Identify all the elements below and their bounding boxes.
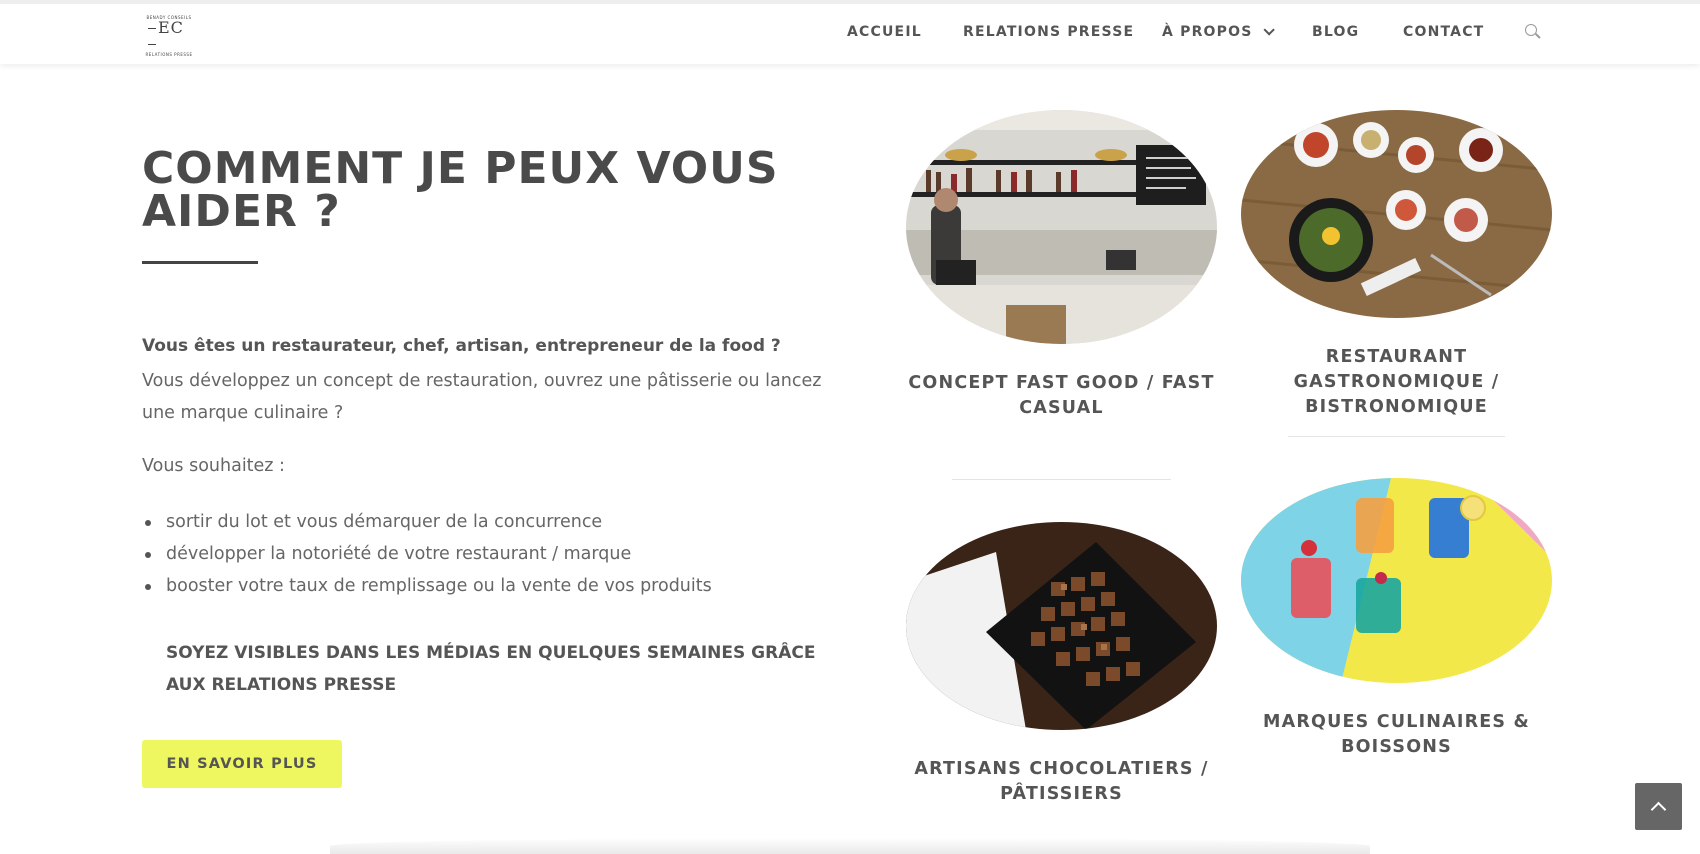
chevron-up-icon (1650, 801, 1667, 818)
site-logo[interactable]: BENADY CONSEILS EC RELATIONS PRESSE (145, 15, 193, 57)
wish-label: Vous souhaitez : (142, 456, 285, 476)
nav-item-accueil[interactable]: ACCUEIL (847, 0, 922, 64)
korean-dishes-image[interactable] (1241, 110, 1552, 318)
back-to-top-button[interactable] (1635, 783, 1682, 830)
benefits-list: sortir du lot et vous démarquer de la co… (142, 506, 712, 602)
card-title-marques[interactable]: MARQUES CULINAIRES & BOISSONS (1236, 710, 1557, 760)
nav-item-a-propos[interactable]: À PROPOS (1162, 0, 1275, 64)
intro-text: Vous développez un concept de restaurati… (142, 371, 822, 423)
list-item: développer la notoriété de votre restaur… (142, 538, 712, 570)
card-divider (952, 479, 1171, 480)
card-title-gastronomique[interactable]: RESTAURANT GASTRONOMIQUE / BISTRONOMIQUE (1236, 345, 1557, 420)
section-bottom-shadow (330, 838, 1370, 854)
list-item: booster votre taux de remplissage ou la … (142, 570, 712, 602)
search-icon[interactable] (1525, 24, 1541, 40)
colorful-drinks-image[interactable] (1241, 478, 1552, 683)
logo-sub-text: RELATIONS PRESSE (145, 52, 193, 57)
cafe-counter-image[interactable] (906, 110, 1217, 344)
nav-item-contact[interactable]: CONTACT (1403, 0, 1484, 64)
nav-item-blog[interactable]: BLOG (1312, 0, 1359, 64)
logo-mark: EC (158, 18, 184, 37)
highlight-text: SOYEZ VISIBLES DANS LES MÉDIAS EN QUELQU… (166, 643, 816, 695)
chocolate-box-image[interactable] (906, 522, 1217, 730)
intro-question: Vous êtes un restaurateur, chef, artisan… (142, 336, 781, 356)
card-title-fast-casual[interactable]: CONCEPT FAST GOOD / FAST CASUAL (906, 371, 1217, 421)
heading-divider (142, 261, 258, 264)
nav-item-relations-presse[interactable]: RELATIONS PRESSE (963, 0, 1134, 64)
list-item: sortir du lot et vous démarquer de la co… (142, 506, 712, 538)
card-divider (1288, 436, 1505, 437)
page-title: COMMENT JE PEUX VOUS AIDER ? (142, 143, 779, 237)
learn-more-button[interactable]: EN SAVOIR PLUS (142, 740, 342, 788)
card-title-chocolatiers[interactable]: ARTISANS CHOCOLATIERS / PÂTISSIERS (906, 757, 1217, 807)
